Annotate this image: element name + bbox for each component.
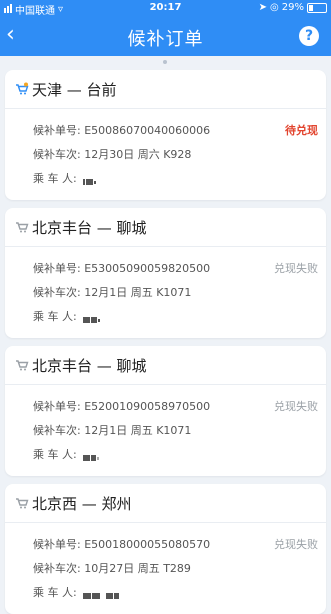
route-title: 北京丰台 — 聊城 [32,219,147,237]
passenger-label: 乘 车 人: [33,172,77,185]
passenger-label: 乘 车 人: [33,586,77,599]
passenger-label: 乘 车 人: [33,310,77,323]
nav-bar: ‹ 候补订单 ? [0,16,331,56]
passenger-row: 乘 车 人: [33,584,120,600]
order-number-value: E520010900589705​00 [84,400,211,413]
status-badge: 兑现失败 [274,538,318,551]
train-row: 候补车次: 10月27日 周五 T289 [33,560,191,576]
train-label: 候补车次: [33,286,81,299]
order-card[interactable]: 北京丰台 — 聊城 候补单号: E530050900598205​00 兑现失败… [5,208,326,338]
train-row: 候补车次: 12月1日 周五 K1071 [33,284,191,300]
passenger-row: 乘 车 人: [33,170,97,186]
route-title: 北京西 — 郑州 [32,495,132,513]
passenger-name-redacted [83,313,101,323]
train-row: 候补车次: 12月30日 周六 K928 [33,146,191,162]
order-number-label: 候补单号: [33,262,81,275]
order-number-label: 候补单号: [33,124,81,137]
route-title: 北京丰台 — 聊城 [32,357,147,375]
status-bar: 中国联通 ▿ 20:17 ➤ ◎ 29% [0,0,331,17]
status-badge: 兑现失败 [274,262,318,275]
order-number-label: 候补单号: [33,400,81,413]
order-card[interactable]: 北京丰台 — 聊城 候补单号: E520010900589705​00 兑现失败… [5,346,326,476]
route-title: 天津 — 台前 [32,81,117,99]
train-label: 候补车次: [33,562,81,575]
passenger-name-redacted [83,175,97,185]
status-badge: 兑现失败 [274,400,318,413]
battery-label: 29% [281,2,304,13]
train-value: 12月30日 周六 K928 [84,148,192,161]
order-card-header: 天津 — 台前 [5,70,326,109]
passenger-name-redacted [83,589,120,599]
battery-icon [307,2,327,13]
cart-icon [16,82,29,95]
order-number-value: E530050900598205​00 [84,262,211,275]
train-label: 候补车次: [33,424,81,437]
train-row: 候补车次: 12月1日 周五 K1071 [33,422,191,438]
cart-icon [16,360,29,371]
train-label: 候补车次: [33,148,81,161]
order-number-label: 候补单号: [33,538,81,551]
page-title: 候补订单 [127,29,204,50]
order-number-row: 候补单号: E500860700400600​06 [33,122,210,138]
status-right: ➤ ◎ 29% [259,2,327,13]
order-card[interactable]: 北京西 — 郑州 候补单号: E500180000550805​70 兑现失败 … [5,484,326,614]
pull-indicator [163,60,167,64]
train-value: 10月27日 周五 T289 [84,562,191,575]
order-card-header: 北京丰台 — 聊城 [5,208,326,247]
order-number-row: 候补单号: E500180000550805​70 [33,536,210,552]
cart-icon [16,222,29,233]
order-number-row: 候补单号: E520010900589705​00 [33,398,210,414]
location-icon: ➤ [258,2,268,13]
status-badge: 待兑现 [285,124,318,137]
passenger-row: 乘 车 人: [33,308,101,324]
cart-icon [16,498,29,509]
train-value: 12月1日 周五 K1071 [84,286,192,299]
alarm-icon: ◎ [270,2,279,13]
passenger-row: 乘 车 人: [33,446,100,462]
help-icon[interactable]: ? [299,26,319,46]
passenger-label: 乘 车 人: [33,448,77,461]
order-card-header: 北京丰台 — 聊城 [5,346,326,385]
order-number-value: E500180000550805​70 [84,538,211,551]
order-number-value: E500860700400600​06 [84,124,211,137]
train-value: 12月1日 周五 K1071 [84,424,192,437]
order-card-header: 北京西 — 郑州 [5,484,326,523]
order-card[interactable]: 天津 — 台前 候补单号: E500860700400600​06 待兑现 候补… [5,70,326,200]
order-number-row: 候补单号: E530050900598205​00 [33,260,210,276]
passenger-name-redacted [83,451,100,461]
